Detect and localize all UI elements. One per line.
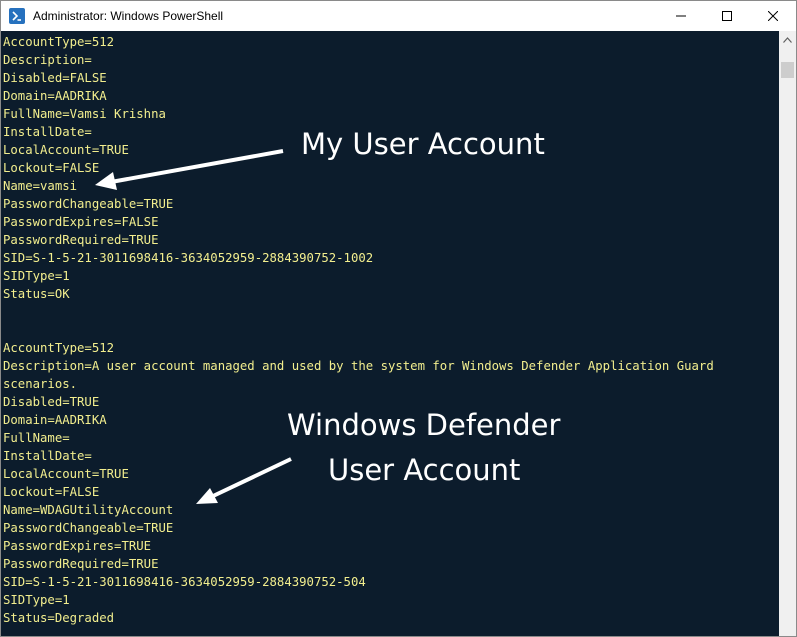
console-line: SID=S-1-5-21-3011698416-3634052959-28843… — [3, 575, 366, 589]
console-line: AccountType=512 — [3, 35, 115, 49]
console-line: SIDType=1 — [3, 593, 70, 607]
close-button[interactable] — [750, 1, 796, 31]
console-line: Domain=AADRIKA — [3, 89, 107, 103]
annotation-defender-line1: Windows Defender — [287, 408, 561, 442]
caption-buttons — [658, 1, 796, 31]
title-bar[interactable]: Administrator: Windows PowerShell — [1, 1, 796, 31]
powershell-icon[interactable] — [9, 8, 25, 24]
maximize-button[interactable] — [704, 1, 750, 31]
console-line: SIDType=1 — [3, 269, 70, 283]
minimize-button[interactable] — [658, 1, 704, 31]
console-line: PasswordExpires=FALSE — [3, 215, 159, 229]
console-line: PasswordExpires=TRUE — [3, 539, 152, 553]
console-line: Name=WDAGUtilityAccount — [3, 503, 174, 517]
vertical-scrollbar[interactable] — [779, 31, 796, 636]
console-line: Status=OK — [3, 287, 70, 301]
console-line: scenarios. — [3, 377, 78, 391]
powershell-window: Administrator: Windows PowerShell Accoun… — [0, 0, 797, 637]
minimize-icon — [676, 15, 686, 17]
arrow-icon — [196, 457, 292, 504]
scroll-thumb[interactable] — [781, 62, 794, 78]
annotation-defender-line2: User Account — [328, 453, 521, 487]
console-line: Disabled=FALSE — [3, 71, 107, 85]
maximize-icon — [722, 11, 732, 21]
console-line: Description=A user account managed and u… — [3, 359, 714, 373]
close-icon — [768, 11, 778, 21]
console-line: PasswordRequired=TRUE — [3, 233, 159, 247]
console-line: PasswordChangeable=TRUE — [3, 197, 174, 211]
console-output[interactable]: AccountType=512 Description= Disabled=FALS… — [1, 31, 779, 636]
window-title: Administrator: Windows PowerShell — [33, 9, 224, 23]
scroll-up-button[interactable] — [779, 31, 796, 48]
console-line: SID=S-1-5-21-3011698416-3634052959-28843… — [3, 251, 374, 265]
console-line: PasswordRequired=TRUE — [3, 557, 159, 571]
arrow-icon — [95, 149, 284, 190]
console-line: PasswordChangeable=TRUE — [3, 521, 174, 535]
chevron-up-icon — [783, 36, 792, 43]
console-line: Description= — [3, 53, 92, 67]
annotation-my-user-account: My User Account — [301, 127, 545, 161]
console-line: Status=Degraded — [3, 611, 115, 625]
console-line: AccountType=512 — [3, 341, 115, 355]
console-line: FullName=Vamsi Krishna — [3, 107, 166, 121]
